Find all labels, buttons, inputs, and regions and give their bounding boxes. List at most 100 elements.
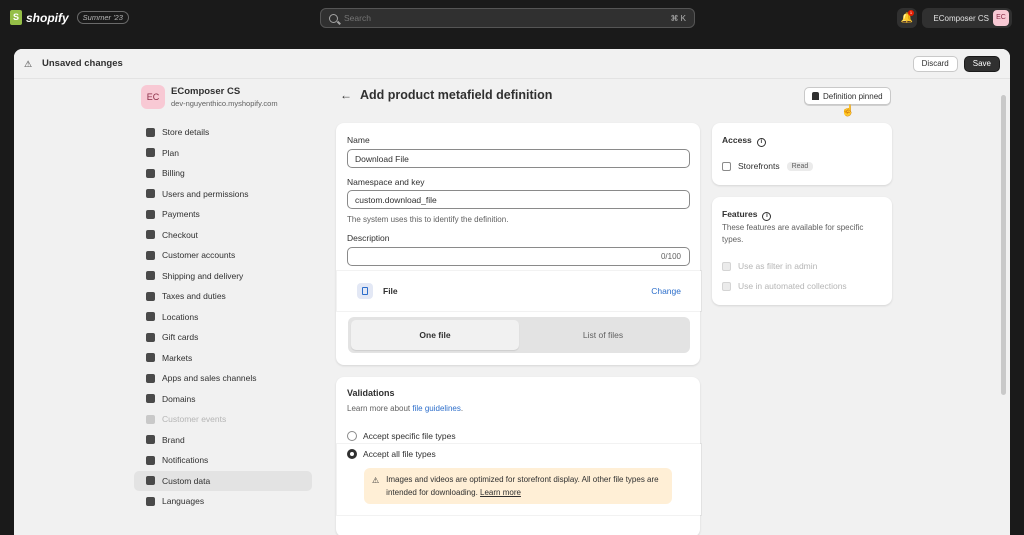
top-bar: S shopify Summer '23 ⌘ K 🔔 1 EComposer C… — [0, 0, 1024, 36]
logo-text: shopify — [26, 10, 69, 25]
avatar: EC — [993, 10, 1009, 26]
notification-badge: 1 — [908, 10, 914, 16]
shopify-bag-icon: S — [10, 10, 22, 25]
scrollbar[interactable] — [1001, 95, 1006, 395]
store-name: EComposer CS — [171, 86, 241, 97]
store-switcher[interactable]: EComposer CS EC — [922, 8, 1012, 28]
sidebar-item-apps[interactable]: Apps and sales channels — [134, 368, 312, 389]
page-header: ← Add product metafield definition — [340, 88, 552, 102]
pointer-cursor-icon: ☝ — [841, 105, 855, 117]
file-count-toggle: One file List of files — [348, 317, 690, 353]
type-row: File Change — [337, 271, 701, 311]
collections-checkbox — [722, 281, 731, 291]
sidebar-item-brand[interactable]: Brand — [134, 430, 312, 451]
gift-card-icon — [146, 332, 155, 342]
billing-icon — [146, 168, 155, 178]
access-title: Access i — [722, 135, 766, 147]
sidebar-item-custom-data[interactable]: Custom data — [134, 470, 312, 491]
accept-all-option[interactable]: Accept all file types — [347, 449, 436, 459]
save-button[interactable]: Save — [963, 55, 1000, 72]
search-input[interactable] — [344, 13, 671, 23]
sidebar-item-store-details[interactable]: Store details — [134, 122, 312, 143]
language-icon — [146, 496, 155, 506]
sidebar-item-domains[interactable]: Domains — [134, 389, 312, 410]
payments-icon — [146, 209, 155, 219]
plan-icon — [146, 148, 155, 158]
namespace-help-text: The system uses this to identify the def… — [347, 215, 509, 224]
bell-icon — [146, 455, 155, 465]
checkout-icon — [146, 230, 155, 240]
sidebar-item-customer-accounts[interactable]: Customer accounts — [134, 245, 312, 266]
notifications-button[interactable]: 🔔 1 — [897, 8, 917, 28]
settings-sidebar: Store details Plan Billing Users and per… — [134, 122, 312, 535]
filter-checkbox — [722, 261, 731, 271]
info-icon[interactable]: i — [756, 138, 766, 147]
sidebar-item-taxes[interactable]: Taxes and duties — [134, 286, 312, 307]
search-shortcut: ⌘ K — [670, 13, 686, 23]
unsaved-changes-title: Unsaved changes — [42, 58, 123, 69]
definition-pinned-button[interactable]: Definition pinned — [804, 87, 891, 105]
back-arrow-icon[interactable]: ← — [340, 88, 352, 102]
search-icon — [329, 13, 338, 23]
sidebar-item-users[interactable]: Users and permissions — [134, 184, 312, 205]
access-card — [712, 123, 892, 185]
shopify-logo[interactable]: S shopify Summer '23 — [10, 10, 129, 25]
change-type-link[interactable]: Change — [651, 286, 681, 296]
events-icon — [146, 414, 155, 424]
edition-badge: Summer '23 — [76, 11, 129, 24]
store-switcher-name: EComposer CS — [933, 13, 989, 23]
features-description: These features are available for specifi… — [722, 223, 864, 244]
description-field[interactable]: 0/100 — [347, 247, 690, 266]
sidebar-item-billing[interactable]: Billing — [134, 163, 312, 184]
page-title: Add product metafield definition — [360, 88, 553, 102]
sidebar-item-locations[interactable]: Locations — [134, 307, 312, 328]
file-optimization-banner: ⚠ Images and videos are optimized for st… — [364, 468, 672, 504]
filter-feature: Use as filter in admin — [722, 261, 817, 271]
store-avatar: EC — [141, 85, 165, 109]
description-label: Description — [347, 233, 390, 243]
storefronts-access[interactable]: Storefronts Read — [722, 161, 814, 171]
domain-icon — [146, 394, 155, 404]
radio-checked[interactable] — [347, 449, 357, 459]
storefronts-checkbox[interactable] — [722, 161, 731, 171]
brand-icon — [146, 435, 155, 445]
search-bar[interactable]: ⌘ K — [320, 8, 695, 28]
name-field[interactable]: Download File — [347, 149, 690, 168]
list-of-files-option[interactable]: List of files — [519, 320, 687, 350]
sidebar-item-checkout[interactable]: Checkout — [134, 225, 312, 246]
users-icon — [146, 189, 155, 199]
one-file-option[interactable]: One file — [351, 320, 519, 350]
collections-feature: Use in automated collections — [722, 281, 847, 291]
sidebar-item-notifications[interactable]: Notifications — [134, 450, 312, 471]
radio-unchecked[interactable] — [347, 431, 357, 441]
name-label: Name — [347, 135, 370, 145]
unsaved-changes-bar: ⚠ Unsaved changes Discard Save — [14, 49, 1010, 79]
sidebar-item-plan[interactable]: Plan — [134, 143, 312, 164]
warning-icon: ⚠ — [372, 476, 380, 485]
namespace-label: Namespace and key — [347, 177, 425, 187]
sidebar-item-shipping[interactable]: Shipping and delivery — [134, 266, 312, 287]
sidebar-item-languages[interactable]: Languages — [134, 491, 312, 512]
info-icon[interactable]: i — [762, 212, 772, 221]
person-icon — [146, 250, 155, 260]
tax-icon — [146, 291, 155, 301]
store-domain: dev-nguyenthico.myshopify.com — [171, 99, 278, 108]
apps-icon — [146, 373, 155, 383]
features-title: Features i — [722, 209, 772, 221]
settings-modal: ⚠ Unsaved changes Discard Save EC ECompo… — [14, 49, 1010, 535]
globe-icon — [146, 353, 155, 363]
accept-specific-option[interactable]: Accept specific file types — [347, 431, 456, 441]
learn-more-link[interactable]: Learn more — [480, 488, 521, 497]
store-header: EC EComposer CS dev-nguyenthico.myshopif… — [141, 85, 278, 109]
file-guidelines-link[interactable]: file guidelines — [412, 404, 460, 413]
sidebar-item-markets[interactable]: Markets — [134, 348, 312, 369]
warning-icon: ⚠ — [24, 58, 33, 69]
namespace-field[interactable]: custom.download_file — [347, 190, 690, 209]
sidebar-item-customer-events: Customer events — [134, 409, 312, 430]
sidebar-item-payments[interactable]: Payments — [134, 204, 312, 225]
discard-button[interactable]: Discard — [912, 55, 958, 72]
pin-icon — [812, 92, 819, 100]
sidebar-item-gift-cards[interactable]: Gift cards — [134, 327, 312, 348]
read-badge: Read — [786, 161, 814, 171]
file-icon — [357, 283, 373, 299]
